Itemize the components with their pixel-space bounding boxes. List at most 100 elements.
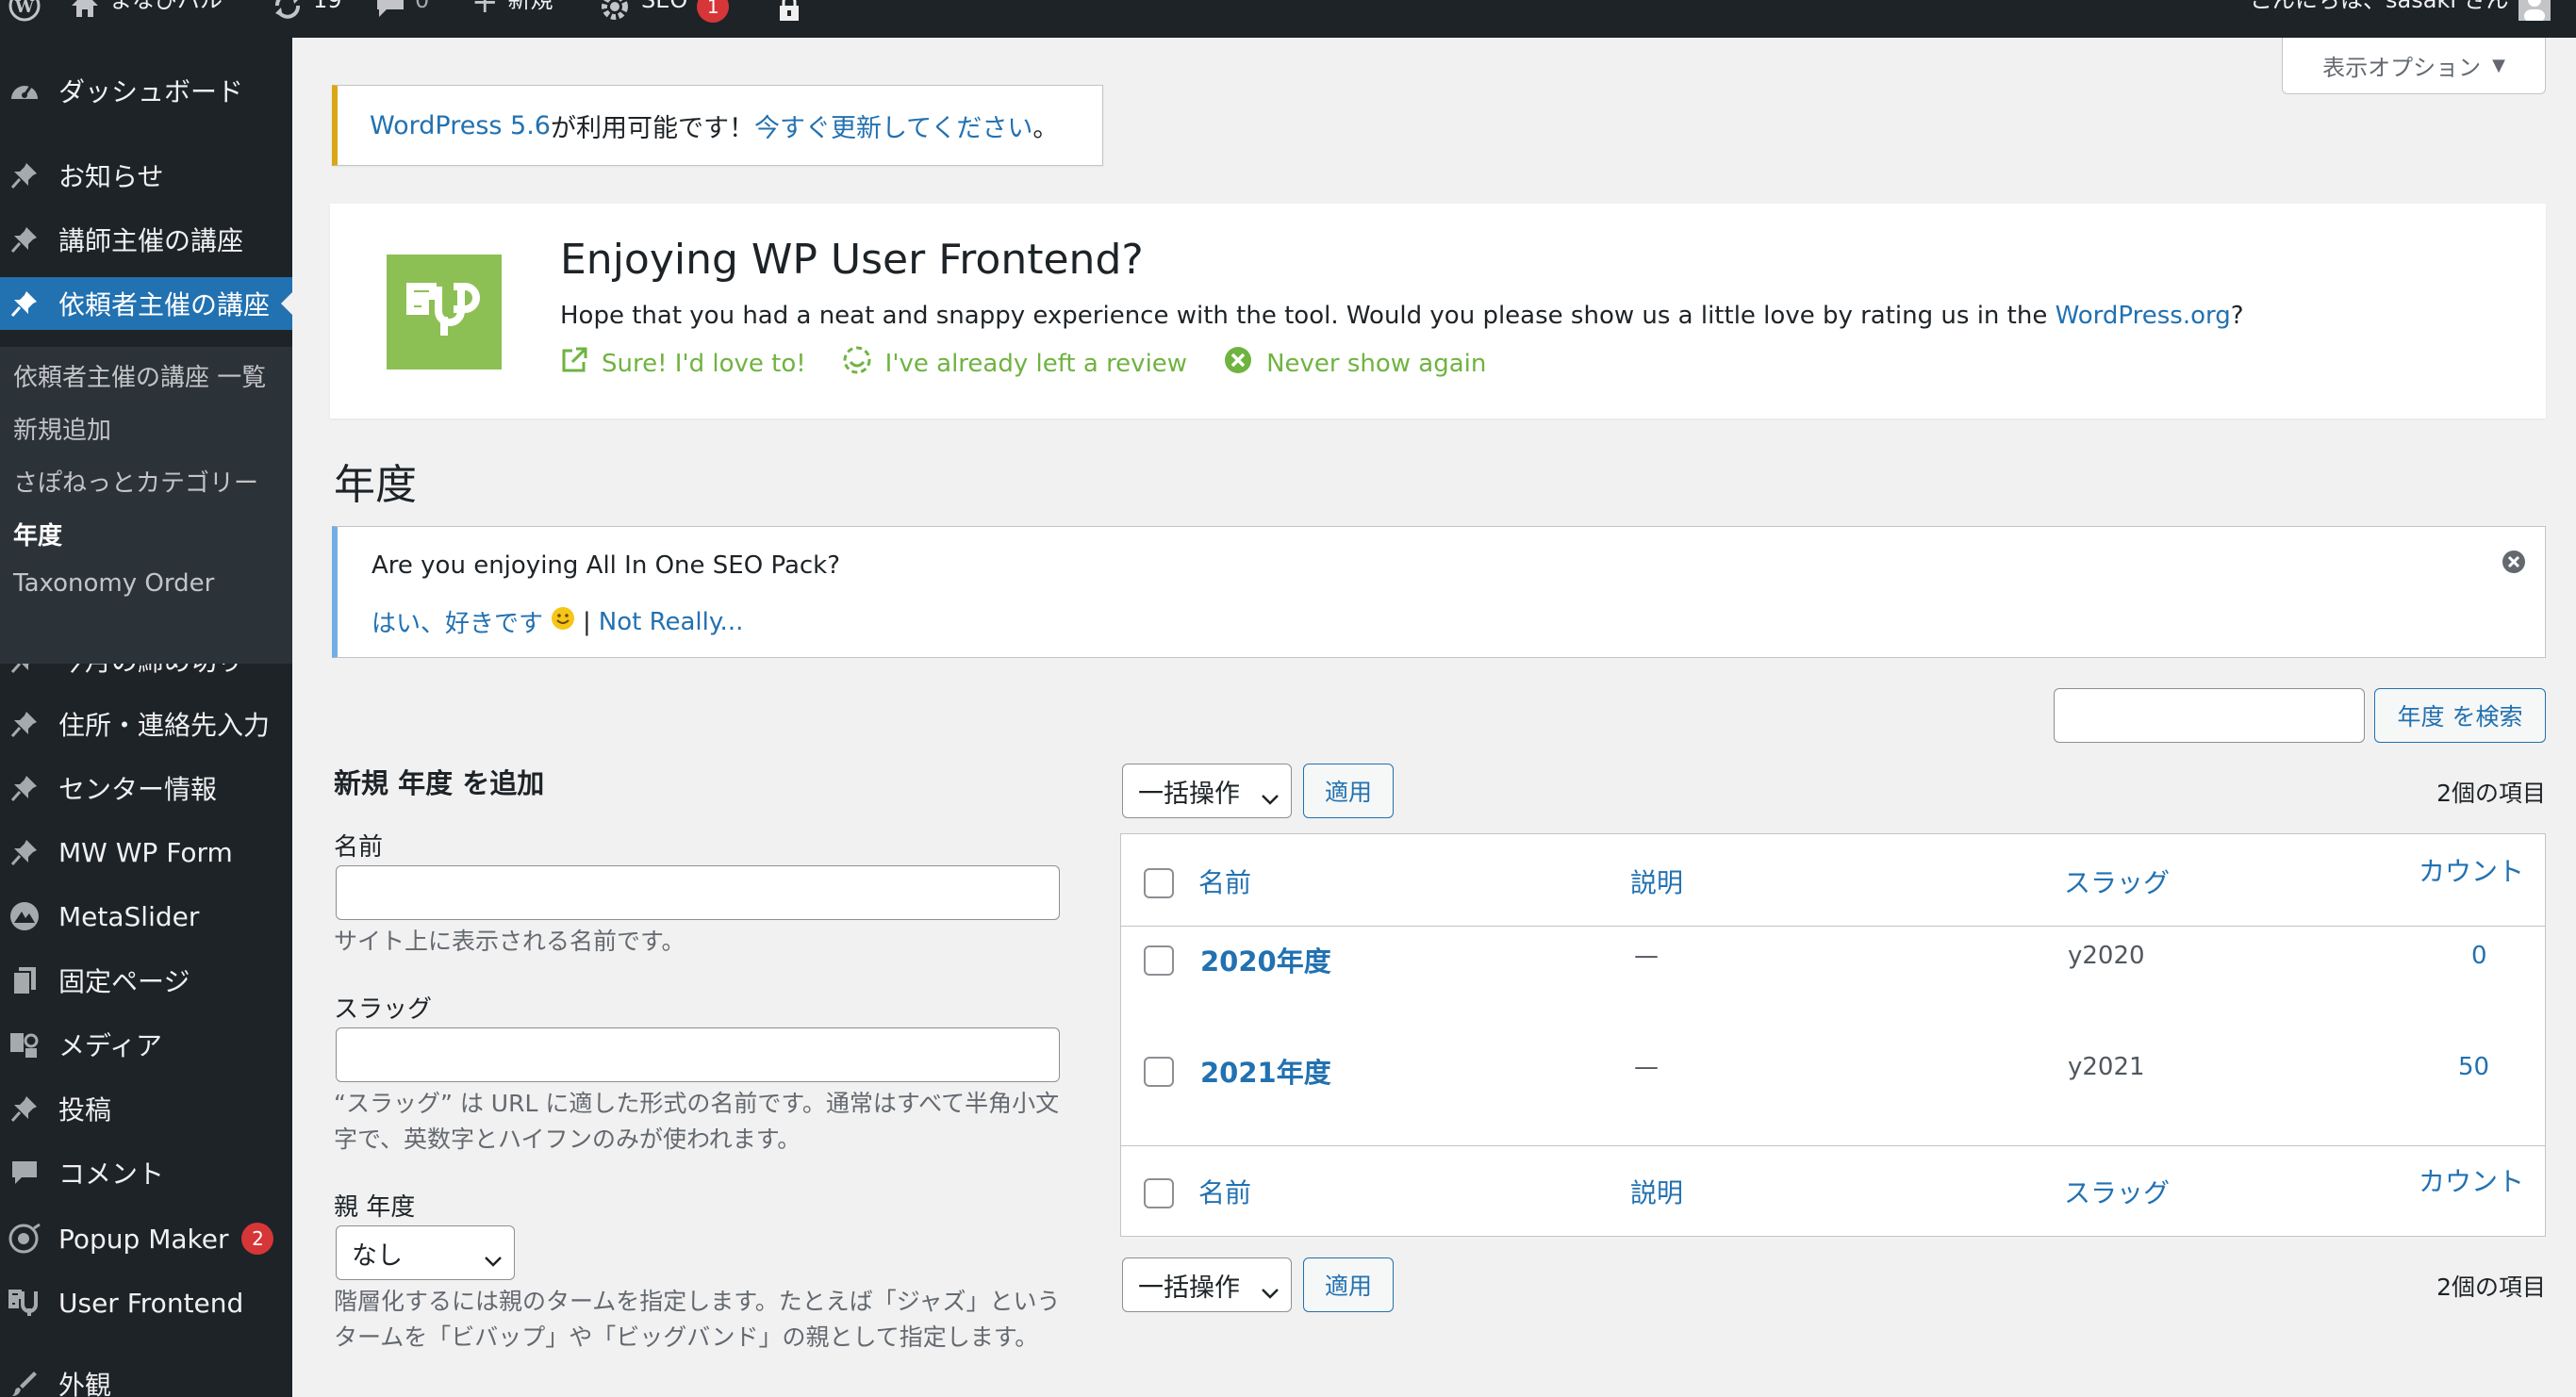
- submenu-item-3[interactable]: さぽねっとカテゴリー: [13, 464, 258, 499]
- wpuf-actions: Sure! I'd love to! I've already left a r…: [560, 345, 1486, 382]
- row-checkbox[interactable]: [1144, 945, 1174, 976]
- sidebar-item-4[interactable]: 依頼者主催の講座: [0, 277, 292, 330]
- sidebar-item-label: 投稿: [58, 1094, 112, 1126]
- column-count-header[interactable]: カウント: [2419, 851, 2524, 889]
- submenu-item-5[interactable]: Taxonomy Order: [13, 569, 214, 598]
- comments-link[interactable]: 0: [375, 0, 429, 38]
- popup-icon: [6, 1220, 43, 1257]
- bulk-actions-select-top[interactable]: 一括操作: [1122, 764, 1292, 818]
- submenu: 依頼者主催の講座 一覧 新規追加さぽねっとカテゴリー 年度 Taxonomy Orde…: [0, 347, 292, 664]
- sidebar-item-2[interactable]: お知らせ: [0, 149, 292, 202]
- submenu-item-2[interactable]: 新規追加: [13, 411, 111, 446]
- update-now-link[interactable]: 今すぐ更新してください: [754, 107, 1032, 144]
- slug-description: “スラッグ” は URL に適した形式の名前です。通常はすべて半角小文字で、英数…: [334, 1090, 1060, 1153]
- wordpress-logo-icon[interactable]: W: [8, 0, 41, 38]
- sidebar-item-label: ダッシュボード: [58, 76, 244, 107]
- term-name-input[interactable]: [336, 865, 1060, 920]
- seo-menu-link[interactable]: SEO 1: [598, 0, 730, 38]
- lock-icon[interactable]: [777, 0, 801, 38]
- table-footer-row: 名前 説明 スラッグ カウント: [1121, 1145, 2545, 1236]
- column-name-header[interactable]: 名前: [1198, 863, 1251, 900]
- column-slug-footer[interactable]: スラッグ: [2064, 1173, 2170, 1210]
- bulk-actions-label: 一括操作: [1138, 779, 1240, 809]
- search-terms-input[interactable]: [2054, 688, 2365, 743]
- screen-options-button[interactable]: 表示オプション ▼: [2282, 38, 2546, 94]
- pin-icon: [6, 705, 43, 743]
- sidebar-item-6[interactable]: 住所・連絡先入力: [0, 698, 292, 750]
- wordpress-org-link[interactable]: WordPress.org: [2056, 302, 2231, 330]
- sidebar-item-9[interactable]: MetaSlider: [0, 890, 292, 943]
- sidebar-item-3[interactable]: 講師主催の講座: [0, 213, 292, 266]
- submenu-item-1[interactable]: 依頼者主催の講座 一覧: [13, 358, 266, 393]
- select-all-checkbox[interactable]: [1144, 868, 1174, 898]
- sidebar-item-15[interactable]: User Frontend: [0, 1276, 292, 1329]
- yes-love-it-link[interactable]: はい、好きです: [372, 604, 543, 639]
- table-row: 2021年度 — y2021 50: [1121, 1038, 2545, 1147]
- pin-icon: [6, 769, 43, 807]
- svg-text:W: W: [14, 0, 35, 17]
- media-icon: [6, 1026, 43, 1063]
- update-notice-text: が利用可能です！: [550, 113, 754, 143]
- items-count-bottom: 2個の項目: [2436, 1274, 2546, 1301]
- sidebar-item-label: 住所・連絡先入力: [58, 710, 271, 741]
- my-account-link[interactable]: こんにちは、sasaki さん: [2250, 0, 2551, 38]
- term-name-link[interactable]: 2021年度: [1200, 1051, 1331, 1091]
- term-count-link[interactable]: 0: [2471, 942, 2487, 970]
- select-all-checkbox-footer[interactable]: [1144, 1178, 1174, 1208]
- sidebar-item-1[interactable]: ダッシュボード: [0, 64, 292, 117]
- already-reviewed-link[interactable]: I've already left a review: [842, 345, 1187, 382]
- apply-button-top[interactable]: 適用: [1303, 764, 1394, 818]
- not-really-link[interactable]: Not Really...: [599, 608, 744, 636]
- wpuf-notice-title: Enjoying WP User Frontend?: [560, 236, 1144, 284]
- sidebar-item-16[interactable]: 外観: [0, 1357, 292, 1397]
- new-content-link[interactable]: + 新規: [471, 0, 553, 38]
- parent-term-select[interactable]: なし: [336, 1225, 515, 1280]
- row-checkbox[interactable]: [1144, 1057, 1174, 1087]
- bulk-actions-select-bottom[interactable]: 一括操作: [1122, 1257, 1292, 1312]
- column-description-header[interactable]: 説明: [1630, 863, 1683, 900]
- smiley-emoji-icon: [551, 606, 575, 637]
- sidebar-item-7[interactable]: センター情報: [0, 762, 292, 814]
- close-circle-icon: [1223, 345, 1253, 382]
- term-name-link[interactable]: 2020年度: [1200, 940, 1331, 979]
- page-title: 年度: [334, 461, 417, 509]
- never-show-label: Never show again: [1266, 349, 1487, 378]
- sidebar-item-8[interactable]: MW WP Form: [0, 826, 292, 879]
- submenu-item-4[interactable]: 年度: [13, 517, 62, 551]
- updates-count: 19: [313, 0, 342, 13]
- chevron-down-icon: [484, 1245, 503, 1274]
- pin-icon: [6, 221, 43, 258]
- sidebar-item-13[interactable]: コメント: [0, 1146, 292, 1199]
- sidebar-item-14[interactable]: Popup Maker 2: [0, 1212, 292, 1265]
- term-slug-input[interactable]: [336, 1027, 1060, 1082]
- search-terms-button[interactable]: 年度 を検索: [2374, 688, 2546, 743]
- aioseo-question: Are you enjoying All In One SEO Pack?: [372, 551, 841, 580]
- links-separator: |: [583, 607, 591, 636]
- bulk-actions-label: 一括操作: [1138, 1273, 1240, 1303]
- parent-term-value: なし: [352, 1241, 403, 1271]
- apply-button-bottom[interactable]: 適用: [1303, 1257, 1394, 1312]
- site-name-link[interactable]: まなびパル: [70, 0, 223, 38]
- column-description-footer[interactable]: 説明: [1630, 1173, 1683, 1210]
- sidebar-item-10[interactable]: 固定ページ: [0, 954, 292, 1007]
- column-count-footer[interactable]: カウント: [2419, 1161, 2524, 1199]
- never-show-link[interactable]: Never show again: [1223, 345, 1486, 382]
- dashboard-icon: [6, 72, 43, 109]
- column-slug-header[interactable]: スラッグ: [2064, 863, 2170, 900]
- sidebar-item-12[interactable]: 投稿: [0, 1082, 292, 1135]
- name-description: サイト上に表示される名前です。: [334, 928, 685, 955]
- column-name-footer[interactable]: 名前: [1198, 1173, 1251, 1210]
- rate-now-link[interactable]: Sure! I'd love to!: [560, 345, 806, 382]
- parent-label: 親 年度: [334, 1193, 416, 1222]
- new-label: 新規: [507, 0, 553, 13]
- updates-link[interactable]: 19: [272, 0, 342, 38]
- term-description: —: [1634, 942, 1659, 970]
- wordpress-version-link[interactable]: WordPress 5.6: [370, 111, 551, 140]
- dismiss-notice-icon[interactable]: [2502, 550, 2526, 578]
- sidebar-item-label: MW WP Form: [58, 836, 233, 868]
- term-count-link[interactable]: 50: [2458, 1053, 2489, 1081]
- caret-down-icon: ▼: [2492, 56, 2505, 75]
- sidebar-item-11[interactable]: メディア: [0, 1018, 292, 1071]
- pin-icon: [6, 833, 43, 871]
- aioseo-links: はい、好きです | Not Really...: [372, 604, 743, 639]
